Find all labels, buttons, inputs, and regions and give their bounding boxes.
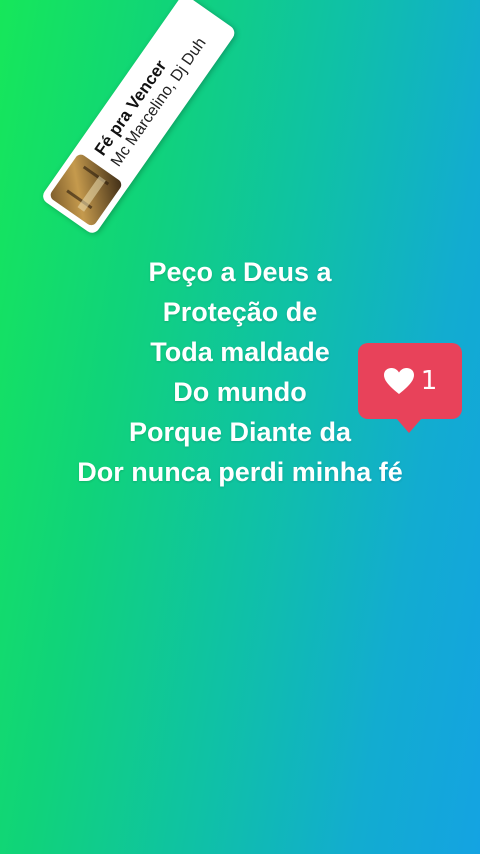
heart-icon bbox=[383, 368, 414, 394]
lyrics-line: Proteção de bbox=[162, 297, 318, 327]
track-info: Fé pra Vencer Mc Marcelino, Dj Duh bbox=[91, 23, 211, 171]
like-count: 1 bbox=[420, 366, 438, 396]
music-sticker[interactable]: Fé pra Vencer Mc Marcelino, Dj Duh bbox=[40, 0, 238, 236]
like-count-sticker[interactable]: 1 bbox=[358, 343, 462, 433]
lyrics-line: Peço a Deus a bbox=[148, 257, 332, 287]
lyrics-line: Dor nunca perdi minha fé bbox=[77, 457, 403, 487]
